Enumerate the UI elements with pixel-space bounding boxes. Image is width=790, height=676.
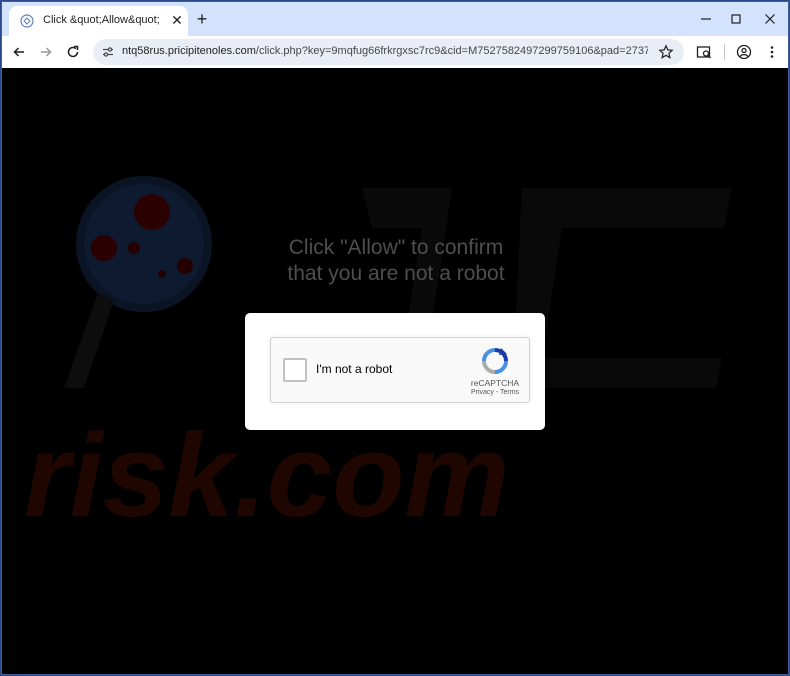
- tab-title: Click &quot;Allow&quot;: [43, 14, 160, 26]
- recaptcha-checkbox[interactable]: [283, 358, 307, 382]
- star-icon[interactable]: [658, 44, 674, 60]
- url-text: ntq58rus.pricipitenoles.com/click.php?ke…: [122, 45, 648, 57]
- recaptcha-widget: I'm not a robot reCAPTCHA Privacy - Term…: [270, 337, 530, 403]
- plus-icon[interactable]: +: [193, 10, 211, 28]
- maximize-icon[interactable]: [727, 10, 745, 28]
- active-tab[interactable]: Click &quot;Allow&quot; ✕: [9, 6, 188, 36]
- back-icon[interactable]: [11, 44, 27, 60]
- recaptcha-logo: [482, 348, 508, 374]
- menu-icon[interactable]: [764, 44, 780, 60]
- toolbar-separator: [724, 44, 725, 60]
- profile-icon[interactable]: [736, 44, 752, 60]
- reload-icon[interactable]: [65, 44, 81, 60]
- search-tab-icon[interactable]: [696, 44, 712, 60]
- address-bar[interactable]: ntq58rus.pricipitenoles.com/click.php?ke…: [93, 39, 684, 65]
- recaptcha-brand: reCAPTCHA: [470, 378, 520, 388]
- toolbar: ntq58rus.pricipitenoles.com/click.php?ke…: [2, 36, 788, 68]
- recaptcha-label: I'm not a robot: [316, 362, 393, 376]
- tab-strip: Click &quot;Allow&quot; ✕ +: [2, 2, 788, 36]
- site-info-icon[interactable]: [101, 45, 115, 59]
- terms-link[interactable]: Terms: [500, 389, 519, 396]
- browser-window: Click &quot;Allow&quot; ✕ + ntq58rus.pri…: [1, 1, 789, 675]
- site-favicon: [20, 14, 34, 28]
- page-heading-line1: Click "Allow" to confirm: [288, 236, 504, 259]
- captcha-card: I'm not a robot reCAPTCHA Privacy - Term…: [245, 313, 545, 430]
- close-icon[interactable]: ✕: [169, 12, 185, 28]
- forward-icon[interactable]: [38, 44, 54, 60]
- minimize-icon[interactable]: [697, 10, 715, 28]
- recaptcha-links: Privacy - Terms: [461, 389, 529, 396]
- page-content: risk.com Click "Allow" to confirm that y…: [2, 68, 788, 674]
- privacy-link[interactable]: Privacy: [471, 389, 494, 396]
- url-host: ntq58rus.pricipitenoles.com: [122, 45, 256, 57]
- window-close-icon[interactable]: [761, 10, 779, 28]
- page-heading-line2: that you are not a robot: [287, 262, 505, 285]
- url-path: /click.php?key=9mqfug66frkrgxsc7rc9&cid=…: [255, 45, 648, 57]
